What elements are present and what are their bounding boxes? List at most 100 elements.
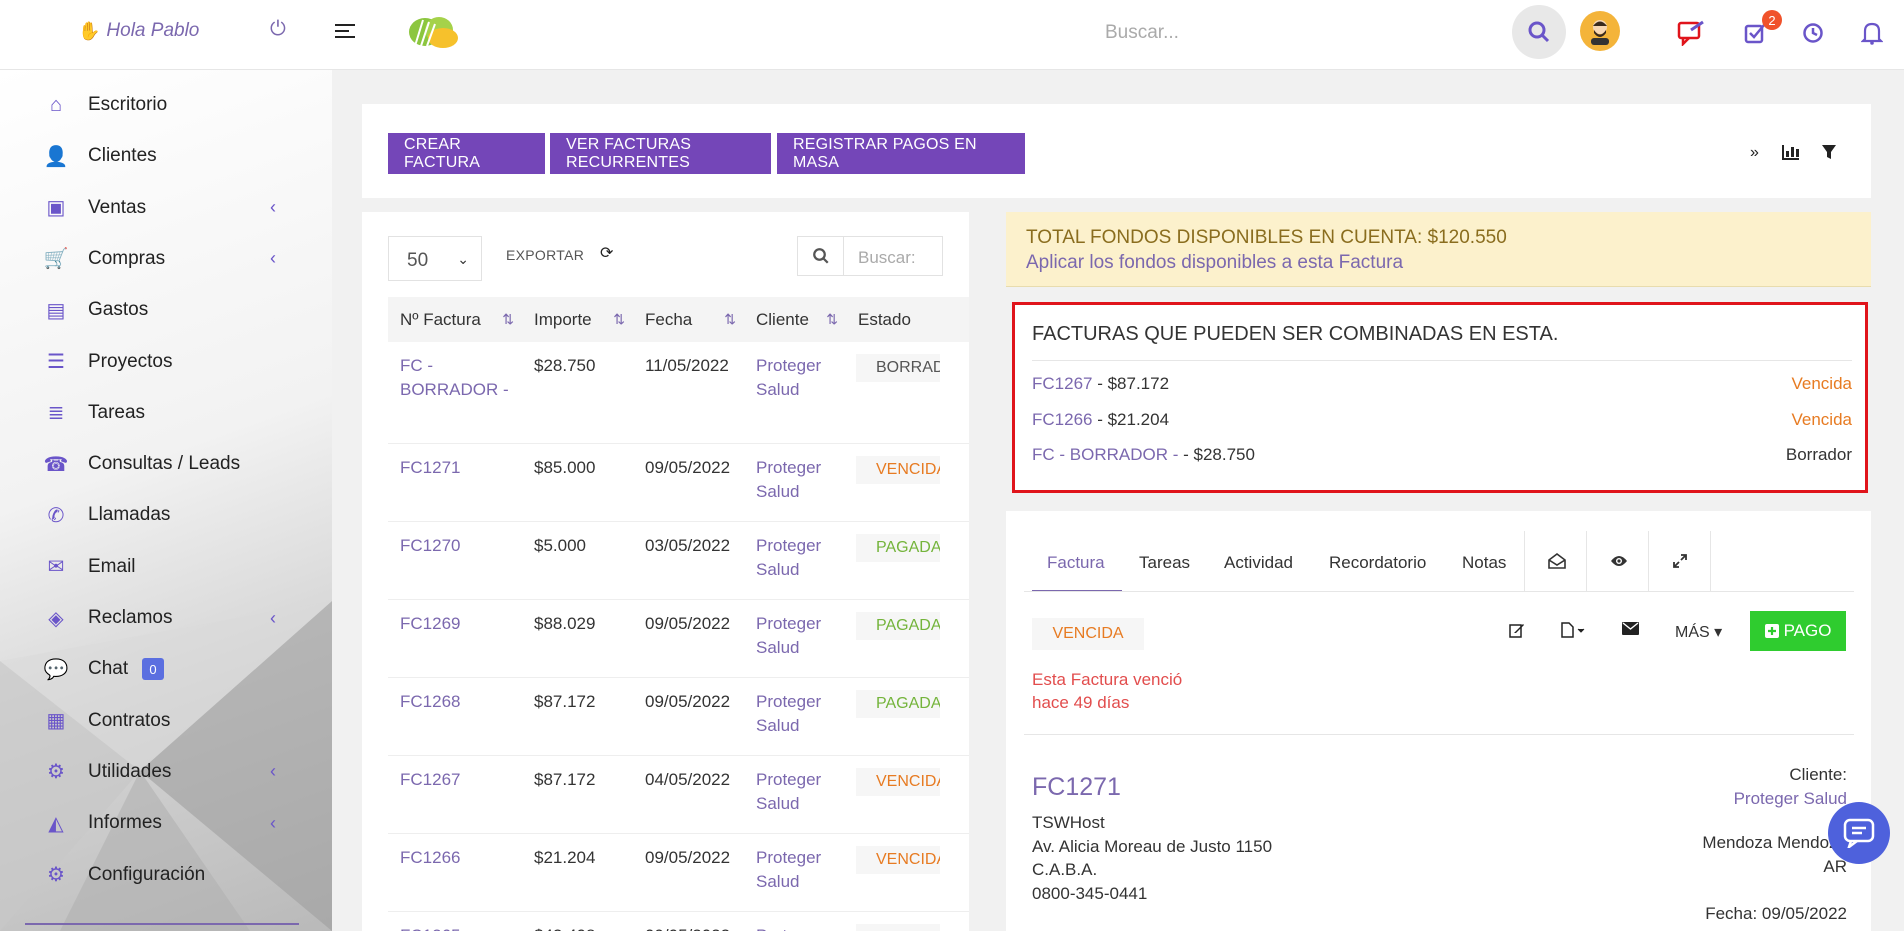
eye-icon[interactable] [1610, 553, 1628, 573]
mergeable-invoice-amount: - $87.172 [1092, 374, 1170, 393]
global-search-input[interactable]: Buscar... [1105, 22, 1179, 44]
client-link[interactable]: Proteger Salud [744, 833, 846, 912]
client-link[interactable]: Proteger Salud [744, 677, 846, 756]
export-button[interactable]: EXPORTAR [506, 247, 584, 263]
sidebar-item-email[interactable]: ✉ Email [0, 547, 332, 587]
envelope-open-icon[interactable] [1548, 553, 1566, 574]
mergeable-invoice-amount: - $28.750 [1178, 445, 1255, 464]
filter-icon[interactable] [1822, 144, 1836, 165]
mergeable-invoices-title: FACTURAS QUE PUEDEN SER COMBINADAS EN ES… [1032, 323, 1559, 345]
column-header[interactable]: Fecha ⇅ [633, 297, 744, 342]
table-row[interactable]: FC1269 $88.029 09/05/2022 Proteger Salud PAG… [388, 599, 969, 678]
sidebar-item-proyectos[interactable]: ☰ Proyectos [0, 342, 332, 382]
bar-chart-icon[interactable] [1782, 144, 1800, 165]
mergeable-invoice-link[interactable]: FC1267 [1032, 374, 1092, 393]
table-row[interactable]: FC1267 $87.172 04/05/2022 Proteger Salud VEN… [388, 755, 969, 834]
tab-notas[interactable]: Notas [1462, 553, 1506, 573]
menu-toggle-icon[interactable] [335, 24, 355, 42]
sidebar-item-compras[interactable]: 🛒 Compras ‹ [0, 239, 332, 279]
invoice-number-link[interactable]: FC1265 [388, 911, 522, 931]
recurring-invoices-button[interactable]: VER FACTURAS RECURRENTES [550, 133, 771, 174]
clock-icon[interactable] [1798, 18, 1828, 48]
table-row[interactable]: FC1271 $85.000 09/05/2022 Proteger Salud VEN… [388, 443, 969, 522]
sidebar-item-chat[interactable]: 💬 Chat 0 [0, 649, 332, 689]
tab-actividad[interactable]: Actividad [1224, 553, 1293, 573]
invoice-number-link[interactable]: FC1269 [388, 599, 522, 678]
sidebar-item-configuraci-n[interactable]: ⚙ Configuración [0, 855, 332, 895]
column-header[interactable]: Nº Factura ⇅ [388, 297, 522, 342]
sidebar-item-label: Utilidades [88, 760, 172, 782]
invoice-number[interactable]: FC1271 [1032, 773, 1121, 802]
bell-icon[interactable] [1857, 18, 1887, 48]
sidebar-item-label: Ventas [88, 196, 147, 218]
payment-button[interactable]: PAGO [1750, 611, 1846, 651]
sidebar-item-llamadas[interactable]: ✆ Llamadas [0, 495, 332, 535]
list-search[interactable]: Buscar: [797, 236, 943, 276]
invoice-number-link[interactable]: FC - BORRADOR - [388, 342, 522, 444]
mergeable-invoice-link[interactable]: FC1266 [1032, 410, 1092, 429]
expand-icon[interactable] [1672, 553, 1688, 574]
list-search-input[interactable]: Buscar: [858, 248, 916, 268]
invoice-number-link[interactable]: FC1271 [388, 443, 522, 522]
column-header[interactable]: Cliente ⇅ [744, 297, 846, 342]
sidebar-item-ventas[interactable]: ▣ Ventas ‹ [0, 188, 332, 228]
invoice-amount: $85.000 [522, 443, 633, 522]
sidebar-item-consultas-leads[interactable]: ☎ Consultas / Leads [0, 444, 332, 484]
tab-recordatorio[interactable]: Recordatorio [1329, 553, 1426, 573]
sidebar-item-label: Proyectos [88, 350, 173, 372]
user-greeting[interactable]: ✋ Hola Pablo [78, 20, 199, 42]
double-chevron-right-icon[interactable]: » [1750, 144, 1759, 162]
sidebar-item-tareas[interactable]: ≣ Tareas [0, 393, 332, 433]
bulk-payments-button[interactable]: REGISTRAR PAGOS EN MASA [777, 133, 1025, 174]
tab-tareas[interactable]: Tareas [1139, 553, 1190, 573]
sidebar-item-gastos[interactable]: ▤ Gastos [0, 290, 332, 330]
sidebar-item-utilidades[interactable]: ⚙ Utilidades ‹ [0, 752, 332, 792]
sidebar-item-label: Compras [88, 247, 166, 269]
invoice-number-link[interactable]: FC1267 [388, 755, 522, 834]
chevron-left-icon: ‹ [270, 761, 276, 782]
invoice-amount: $42.408 [522, 911, 633, 931]
table-row[interactable]: FC1266 $21.204 09/05/2022 Proteger Salud VEN… [388, 833, 969, 912]
client-link[interactable]: Proteger Salud [744, 911, 846, 931]
create-invoice-button[interactable]: CREAR FACTURA [388, 133, 545, 174]
client-link[interactable]: Proteger Salud [744, 342, 846, 444]
chat-bubble-icon [1843, 818, 1875, 848]
sidebar-item-contratos[interactable]: ▦ Contratos [0, 701, 332, 741]
chat-support-button[interactable] [1828, 802, 1890, 864]
invoice-number-link[interactable]: FC1270 [388, 521, 522, 600]
pdf-file-icon[interactable] [1560, 622, 1588, 643]
user-avatar[interactable] [1580, 11, 1620, 51]
user-icon: 👤 [43, 145, 69, 168]
client-link[interactable]: Proteger Salud [744, 521, 846, 600]
client-link[interactable]: Proteger Salud [744, 443, 846, 522]
sidebar-item-escritorio[interactable]: ⌂ Escritorio [0, 85, 332, 125]
apply-funds-link[interactable]: Aplicar los fondos disponibles a esta Fa… [1026, 252, 1403, 274]
table-row[interactable]: FC1265$42.40809/05/2022Proteger Salud ANU… [388, 911, 969, 931]
brand-logo[interactable] [405, 10, 461, 50]
power-icon[interactable]: ⏻ [270, 18, 286, 41]
more-actions-label: MÁS [1675, 624, 1710, 641]
edit-icon[interactable] [1509, 622, 1525, 643]
table-header-row: Nº Factura ⇅ Importe ⇅ Fecha ⇅ Cliente ⇅ Estado [388, 297, 969, 342]
envelope-icon[interactable] [1622, 622, 1639, 640]
search-button[interactable] [1512, 5, 1566, 59]
invoice-number-link[interactable]: FC1266 [388, 833, 522, 912]
client-name-link[interactable]: Proteger Salud [1734, 787, 1847, 811]
table-row[interactable]: FC - BORRADOR - $28.750 11/05/2022 Proteger… [388, 342, 969, 444]
mergeable-invoice-link[interactable]: FC - BORRADOR - [1032, 445, 1178, 464]
chat-alert-icon[interactable] [1676, 18, 1706, 48]
column-header[interactable]: Importe ⇅ [522, 297, 633, 342]
column-header[interactable]: Estado [846, 297, 969, 342]
client-link[interactable]: Proteger Salud [744, 599, 846, 678]
sidebar-item-reclamos[interactable]: ◈ Reclamos ‹ [0, 598, 332, 638]
invoice-number-link[interactable]: FC1268 [388, 677, 522, 756]
sidebar-item-clientes[interactable]: 👤 Clientes [0, 136, 332, 176]
table-row[interactable]: FC1268 $87.172 09/05/2022 Proteger Salud PAG… [388, 677, 969, 756]
tab-factura[interactable]: Factura [1047, 553, 1105, 573]
page-size-select[interactable]: 50 ⌄ [388, 236, 482, 281]
client-link[interactable]: Proteger Salud [744, 755, 846, 834]
table-row[interactable]: FC1270 $5.000 03/05/2022 Proteger Salud PAGA… [388, 521, 969, 600]
sidebar-item-informes[interactable]: ◭ Informes ‹ [0, 803, 332, 843]
more-actions-dropdown[interactable]: MÁS ▾ [1675, 622, 1722, 642]
refresh-icon[interactable]: ⟳ [600, 243, 613, 263]
